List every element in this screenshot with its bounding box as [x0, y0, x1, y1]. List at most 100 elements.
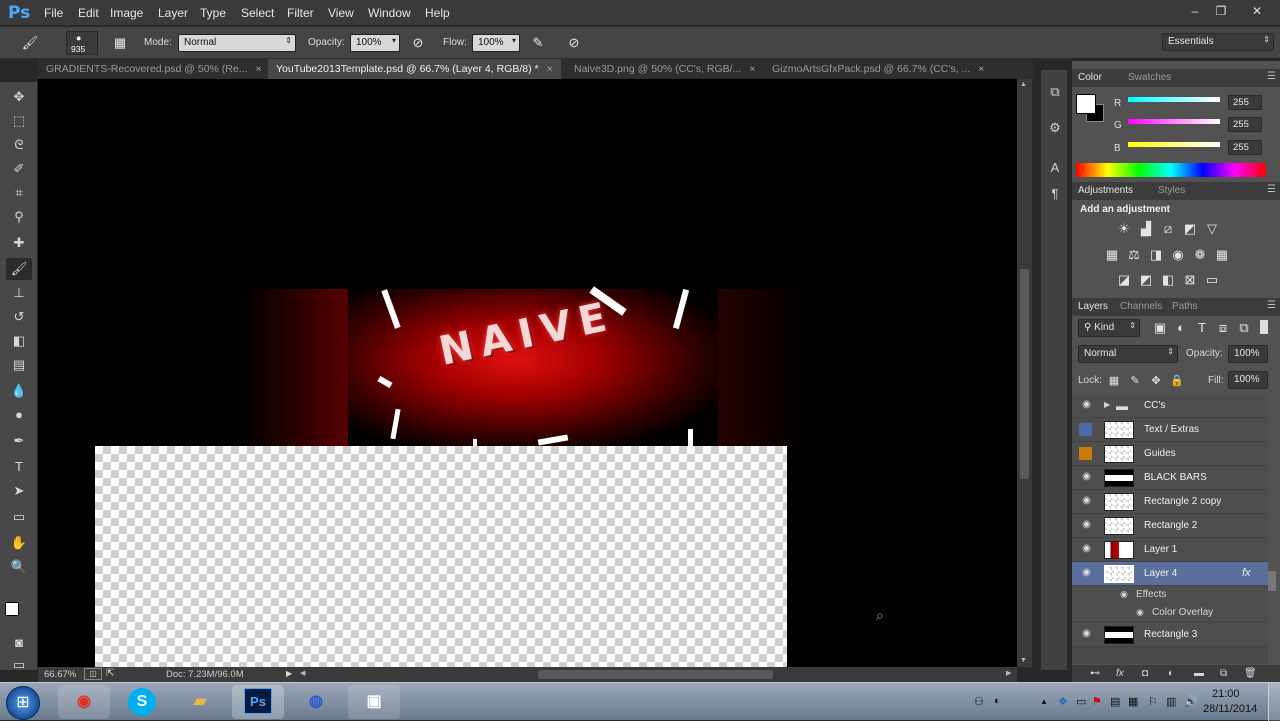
tab-paths[interactable]: Paths — [1172, 301, 1198, 312]
panel-menu-icon[interactable]: ☰ — [1267, 300, 1276, 311]
foreground-color-swatch[interactable] — [5, 602, 19, 616]
scroll-left-icon[interactable]: ◀ — [300, 669, 305, 677]
character-panel-icon[interactable]: A — [1045, 158, 1065, 178]
effects-row[interactable]: ◉ Effects — [1072, 586, 1268, 604]
dodge-tool-icon[interactable]: ● — [6, 404, 32, 426]
color-overlay-eye-icon[interactable]: ◉ — [1136, 607, 1144, 618]
layer-row-ccs[interactable]: ◉ ▶ ▬ CC's — [1072, 394, 1268, 418]
actions-panel-icon[interactable]: ⚙ — [1045, 118, 1065, 138]
delete-layer-icon[interactable]: 🗑 — [1244, 668, 1257, 679]
history-panel-icon[interactable]: ⧉ — [1045, 82, 1065, 102]
tab-color[interactable]: Color — [1078, 72, 1102, 83]
black-white-icon[interactable]: ◨ — [1148, 247, 1164, 263]
tray-app3-icon[interactable]: ▦ — [1128, 695, 1138, 708]
menu-view[interactable]: View — [328, 6, 354, 20]
gradient-map-icon[interactable]: ▭ — [1204, 272, 1220, 288]
effects-eye-icon[interactable]: ◉ — [1120, 589, 1128, 600]
document-canvas[interactable]: NAIVE ⌕ — [38, 79, 1017, 667]
menu-layer[interactable]: Layer — [158, 6, 188, 20]
eyedropper-tool-icon[interactable]: ⚲ — [6, 206, 32, 228]
tab-styles[interactable]: Styles — [1158, 185, 1185, 196]
fill-field[interactable]: 100% — [1228, 371, 1268, 389]
visibility-eye-icon[interactable]: ◉ — [1080, 543, 1093, 556]
status-menu-arrow-icon[interactable]: ▶ — [286, 669, 292, 678]
lock-transparent-icon[interactable]: ▦ — [1106, 373, 1122, 389]
photo-filter-icon[interactable]: ◉ — [1170, 247, 1186, 263]
layer-row-rectangle-2-copy[interactable]: ◉ Rectangle 2 copy — [1072, 490, 1268, 514]
pressure-size-icon[interactable]: ⊘ — [564, 33, 584, 53]
move-tool-icon[interactable]: ✥ — [6, 86, 32, 108]
tab-gizmoarts[interactable]: GizmoArtsGfxPack.psd @ 66.7% (CC's, ... × — [764, 59, 992, 79]
tab-layers[interactable]: Layers — [1078, 301, 1108, 312]
color-lookup-icon[interactable]: ▦ — [1214, 247, 1230, 263]
layer-row-rectangle-3[interactable]: ◉ Rectangle 3 — [1072, 623, 1268, 647]
menu-image[interactable]: Image — [110, 6, 143, 20]
visibility-eye-icon[interactable]: ◉ — [1080, 471, 1093, 484]
show-hidden-icons[interactable]: ▲ — [1040, 697, 1048, 706]
tab-naive3d[interactable]: Naive3D.png @ 50% (CC's, RGB/... × — [566, 59, 763, 79]
hidden-layer-marker[interactable] — [1079, 423, 1092, 436]
zoom-tool-icon[interactable]: 🔍 — [6, 556, 32, 578]
clock-date[interactable]: 28/11/2014 — [1203, 703, 1257, 715]
selective-color-icon[interactable]: ⊠ — [1182, 272, 1198, 288]
lock-pixels-icon[interactable]: ✎ — [1127, 373, 1143, 389]
vertical-scroll-thumb[interactable] — [1020, 269, 1029, 479]
volume-icon[interactable]: 🔊 — [1184, 695, 1198, 708]
show-desktop-button[interactable] — [1268, 683, 1280, 721]
gradient-tool-icon[interactable]: ▤ — [6, 354, 32, 376]
exposure-icon[interactable]: ◩ — [1182, 221, 1198, 237]
layer-row-text-extras[interactable]: Text / Extras — [1072, 418, 1268, 442]
skype-taskbar-icon[interactable]: S — [116, 685, 168, 719]
visibility-eye-icon[interactable]: ◉ — [1080, 519, 1093, 532]
pressure-opacity-icon[interactable]: ⊘ — [408, 33, 428, 53]
share-icon[interactable]: ⇱ — [106, 668, 114, 679]
clock-time[interactable]: 21:00 — [1212, 688, 1240, 700]
panel-menu-icon[interactable]: ☰ — [1267, 71, 1276, 82]
curves-icon[interactable]: ⧄ — [1160, 221, 1176, 237]
lock-all-icon[interactable]: 🔒 — [1169, 373, 1185, 389]
filter-toggle[interactable] — [1260, 320, 1268, 334]
layer-opacity-field[interactable]: 100% — [1228, 345, 1268, 363]
tray-app-icon[interactable]: ◐ — [994, 695, 1001, 707]
history-brush-tool-icon[interactable]: ↺ — [6, 306, 32, 328]
scroll-down-icon[interactable]: ▼ — [1020, 657, 1027, 664]
layer-row-rectangle-2[interactable]: ◉ Rectangle 2 — [1072, 514, 1268, 538]
blend-mode-dropdown[interactable]: Normal ⇕ — [1078, 345, 1178, 363]
brush-tool-preset-icon[interactable]: 🖌 — [20, 33, 40, 53]
tray-app2-icon[interactable]: ▤ — [1110, 695, 1120, 708]
channel-mixer-icon[interactable]: ❁ — [1192, 247, 1208, 263]
crop-tool-icon[interactable]: ⌗ — [6, 182, 32, 204]
tab-close-icon[interactable]: × — [978, 63, 984, 75]
layer-row-guides[interactable]: Guides — [1072, 442, 1268, 466]
restore-button[interactable]: ❐ — [1210, 2, 1232, 20]
clone-stamp-tool-icon[interactable]: ⊥ — [6, 282, 32, 304]
tab-gradients[interactable]: GRADIENTS-Recovered.psd @ 50% (Re... × — [38, 59, 270, 79]
expand-arrow-icon[interactable]: ▶ — [1104, 400, 1110, 409]
adjustment-filter-icon[interactable]: ◐ — [1173, 320, 1189, 336]
visibility-eye-icon[interactable]: ◉ — [1080, 495, 1093, 508]
dropbox-icon[interactable]: ❖ — [1058, 695, 1068, 708]
airbrush-icon[interactable]: ✎ — [528, 33, 548, 53]
horizontal-scroll-thumb[interactable] — [538, 670, 773, 679]
menu-filter[interactable]: Filter — [287, 6, 314, 20]
g-value[interactable]: 255 — [1228, 117, 1262, 132]
action-center-icon[interactable]: ⚐ — [1148, 695, 1158, 708]
color-fg-swatch[interactable] — [1076, 94, 1096, 114]
layer-row-layer-1[interactable]: ◉ Layer 1 — [1072, 538, 1268, 562]
r-slider[interactable] — [1128, 97, 1220, 102]
mode-dropdown[interactable]: Normal ⇕ — [178, 34, 296, 52]
shape-filter-icon[interactable]: ⧈ — [1215, 320, 1231, 336]
screen-mode-icon[interactable]: ▭ — [6, 654, 32, 676]
visibility-eye-icon[interactable]: ◉ — [1080, 628, 1093, 641]
fx-badge-icon[interactable]: fx — [1242, 567, 1251, 579]
lasso-tool-icon[interactable]: ᘓ — [6, 134, 32, 156]
zoom-level[interactable]: 66.67% — [44, 669, 76, 680]
type-tool-icon[interactable]: T — [6, 456, 32, 478]
cinema4d-taskbar-icon[interactable]: ◍ — [290, 685, 342, 719]
layer-row-layer-4[interactable]: ◉ Layer 4 fx — [1072, 562, 1268, 586]
color-spectrum-bar[interactable] — [1076, 163, 1266, 177]
marquee-tool-icon[interactable]: ⬚ — [6, 110, 32, 132]
pixel-filter-icon[interactable]: ▣ — [1152, 320, 1168, 336]
horizontal-scrollbar[interactable]: ◀ ▶ — [298, 667, 1017, 682]
new-group-icon[interactable]: ▬ — [1194, 668, 1204, 679]
